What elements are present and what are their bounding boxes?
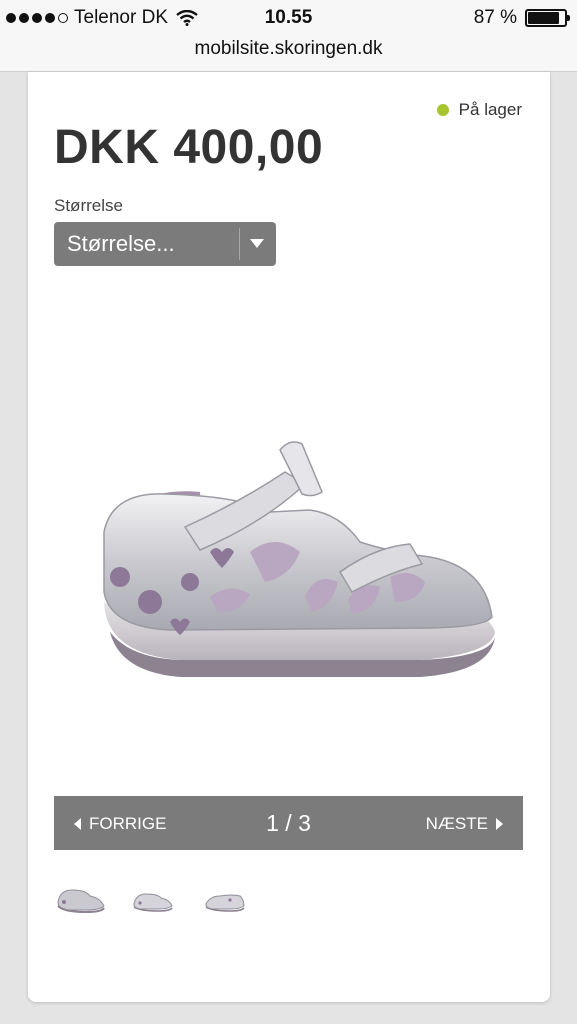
next-button[interactable]: NÆSTE	[426, 814, 503, 834]
size-select[interactable]: Størrelse...	[54, 222, 276, 266]
dropdown-arrow-icon	[250, 239, 264, 248]
next-label: NÆSTE	[425, 814, 488, 833]
status-bar: Telenor DK 10.55 87 %	[0, 0, 577, 36]
size-label: Størrelse	[54, 196, 123, 215]
battery-icon	[525, 9, 570, 27]
battery-status: 87 %	[473, 7, 570, 29]
shoe-thumbnail-2[interactable]	[128, 882, 178, 914]
stock-indicator-icon	[436, 104, 449, 116]
battery-percent: 87 %	[473, 7, 517, 28]
product-image[interactable]	[90, 432, 500, 692]
address-bar[interactable]: mobilsite.skoringen.dk	[0, 36, 577, 72]
thumbnail-strip	[56, 882, 250, 914]
product-card: På lager DKK 400,00 Størrelse Størrelse.…	[28, 72, 550, 1002]
shoe-thumbnail-3[interactable]	[200, 882, 250, 914]
gallery-pager: FORRIGE 1 / 3 NÆSTE	[54, 796, 523, 850]
size-select-value: Størrelse...	[67, 231, 175, 256]
url-text: mobilsite.skoringen.dk	[194, 38, 383, 59]
arrow-right-icon	[496, 818, 503, 830]
product-price: DKK 400,00	[54, 121, 324, 174]
stock-status-text: På lager	[458, 100, 522, 119]
stock-status: På lager	[436, 100, 522, 120]
shoe-thumbnail-1[interactable]	[56, 882, 106, 914]
